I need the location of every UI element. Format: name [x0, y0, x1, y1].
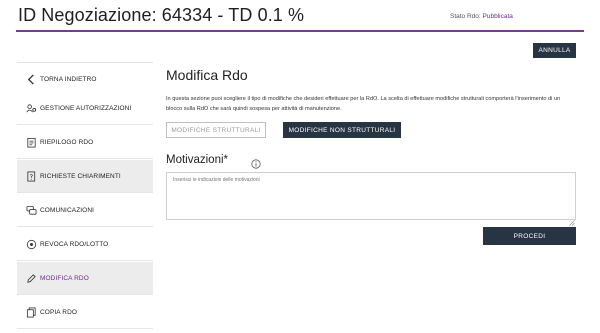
- info-icon[interactable]: [251, 156, 261, 169]
- edit-icon: [25, 272, 37, 284]
- resize-grip-icon[interactable]: [569, 213, 575, 226]
- sidebar-item-label: RICHIESTE CHIARIMENTI: [40, 172, 121, 180]
- motivazioni-label: Motivazioni*: [166, 154, 228, 166]
- sidebar-item-revoke[interactable]: REVOCA RDO/LOTTO: [17, 228, 153, 261]
- motivazioni-textarea[interactable]: [166, 172, 576, 220]
- structural-changes-button[interactable]: MODIFICHE STRUTTURALI: [166, 122, 266, 138]
- sidebar-item-communications[interactable]: COMUNICAZIONI: [17, 194, 153, 227]
- sidebar-item-label: GESTIONE AUTORIZZAZIONI: [40, 104, 132, 112]
- intro-text: In questa sezione puoi scegliere il tipo…: [166, 96, 561, 112]
- non-structural-changes-button[interactable]: MODIFICHE NON STRUTTURALI: [283, 122, 401, 138]
- page-title: ID Negoziazione: 64334 - TD 0.1 %: [18, 5, 305, 25]
- sidebar-item-summary[interactable]: RIEPILOGO RDO: [17, 126, 153, 159]
- page-header: ID Negoziazione: 64334 - TD 0.1 % Stato …: [0, 0, 600, 32]
- sidebar-item-label: TORNA INDIETRO: [40, 75, 97, 83]
- header-divider: [16, 30, 584, 32]
- clipboard-icon: [25, 136, 37, 148]
- chat-icon: [25, 204, 37, 216]
- sidebar-item-label: COPIA RDO: [40, 308, 78, 316]
- sidebar-item-label: RIEPILOGO RDO: [40, 138, 94, 146]
- copy-icon: [25, 306, 37, 318]
- revoke-icon: [25, 238, 37, 250]
- status-label: Stato Rdo:: [450, 13, 481, 20]
- annulla-button[interactable]: ANNULLA: [533, 43, 576, 58]
- sidebar-item-label: COMUNICAZIONI: [40, 206, 95, 214]
- sidebar-item-authorizations[interactable]: GESTIONE AUTORIZZAZIONI: [17, 92, 153, 125]
- rdo-status: Stato Rdo: Pubblicata: [450, 13, 513, 20]
- procedi-button[interactable]: PROCEDI: [483, 227, 576, 245]
- sidebar-item-copy[interactable]: COPIA RDO: [17, 296, 153, 329]
- section-title: Modifica Rdo: [166, 67, 248, 83]
- chevron-left-icon: [25, 73, 37, 85]
- document-question-icon: [25, 170, 37, 182]
- users-gear-icon: [25, 102, 37, 114]
- sidebar-item-label: MODIFICA RDO: [40, 274, 89, 282]
- status-value: Pubblicata: [482, 13, 513, 20]
- sidebar: TORNA INDIETRO GESTIONE AUTORIZZAZIONI R…: [17, 62, 153, 330]
- sidebar-item-modify[interactable]: MODIFICA RDO: [17, 262, 153, 295]
- sidebar-item-label: REVOCA RDO/LOTTO: [40, 240, 109, 248]
- sidebar-item-clarifications[interactable]: RICHIESTE CHIARIMENTI: [17, 160, 153, 193]
